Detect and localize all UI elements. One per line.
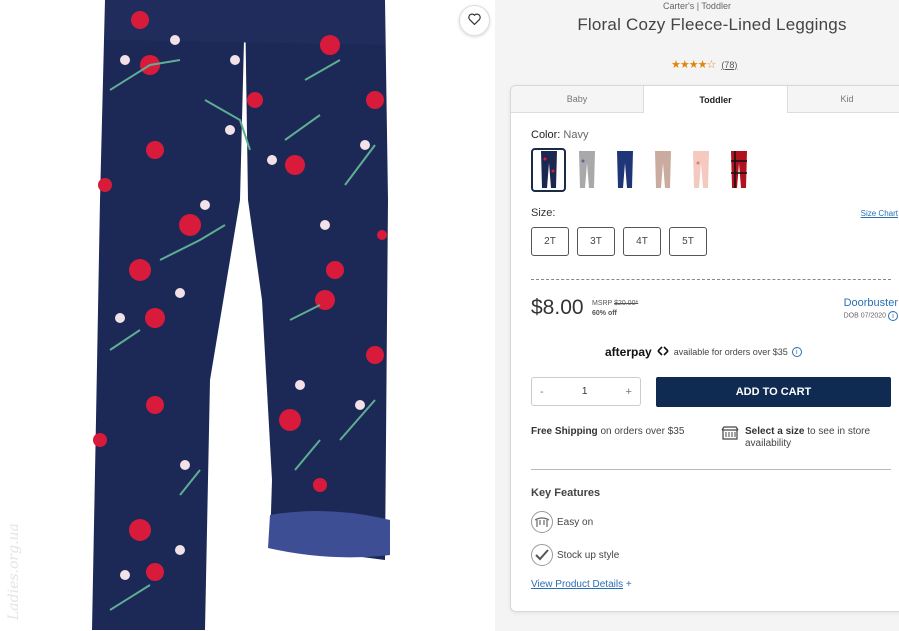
msrp-label: MSRP bbox=[592, 300, 613, 307]
size-options: 2T 3T 4T 5T bbox=[531, 227, 707, 256]
easy-on-icon bbox=[531, 511, 553, 533]
tab-toddler[interactable]: Toddler bbox=[644, 86, 788, 113]
size-3t-button[interactable]: 3T bbox=[577, 227, 615, 256]
purchase-card: Baby Toddler Kid Color: Navy Size: Size … bbox=[510, 85, 899, 612]
heart-icon bbox=[468, 12, 481, 30]
breadcrumb[interactable]: Carter's | Toddler bbox=[495, 1, 899, 11]
swatch-red-plaid[interactable] bbox=[721, 148, 756, 192]
shipping-rest: on orders over $35 bbox=[600, 426, 685, 437]
doorbuster-date: DOB 07/2020 bbox=[843, 312, 887, 320]
msrp-value: $20.00* bbox=[614, 300, 639, 307]
color-swatches bbox=[531, 148, 756, 192]
checkmark-icon bbox=[531, 544, 553, 566]
swatch-grey-floral[interactable] bbox=[569, 148, 604, 192]
store-text: Select a size to see in store availabili… bbox=[745, 426, 891, 450]
selected-color: Navy bbox=[563, 129, 589, 141]
size-5t-button[interactable]: 5T bbox=[669, 227, 707, 256]
add-to-cart-button[interactable]: ADD TO CART bbox=[656, 377, 891, 407]
doorbuster-block: Doorbuster DOB 07/2020 i bbox=[844, 297, 898, 321]
wishlist-button[interactable] bbox=[459, 5, 490, 36]
view-product-details-link[interactable]: View Product Details + bbox=[531, 579, 632, 590]
color-label-text: Color: bbox=[531, 129, 561, 141]
size-chart-link[interactable]: Size Chart bbox=[861, 209, 898, 218]
msrp-block: MSRP $20.00* 60% off bbox=[592, 299, 638, 319]
age-tabs: Baby Toddler Kid bbox=[511, 86, 899, 113]
swatch-navy[interactable] bbox=[607, 148, 642, 192]
feature-label: Easy on bbox=[557, 516, 594, 528]
divider bbox=[531, 469, 891, 470]
details-label: View Product Details bbox=[531, 579, 624, 590]
swatch-navy-floral[interactable] bbox=[531, 148, 566, 192]
svg-text:Ladies.org.ua: Ladies.org.ua bbox=[6, 523, 22, 621]
rating[interactable]: ★★★★☆ (78) bbox=[671, 58, 737, 71]
size-2t-button[interactable]: 2T bbox=[531, 227, 569, 256]
product-image-area: Ladies.org.ua bbox=[0, 0, 495, 631]
key-features-title: Key Features bbox=[531, 487, 601, 499]
afterpay-info-icon[interactable]: i bbox=[791, 347, 802, 357]
plus-icon: + bbox=[625, 579, 632, 590]
product-panel: Carter's | Toddler Floral Cozy Fleece-Li… bbox=[495, 0, 899, 631]
afterpay-banner: afterpay available for orders over $35 i bbox=[605, 343, 802, 361]
price: $8.00 bbox=[531, 296, 584, 319]
decrease-quantity-button[interactable]: - bbox=[540, 386, 544, 398]
product-title: Floral Cozy Fleece-Lined Leggings bbox=[577, 15, 847, 34]
store-bold: Select a size bbox=[745, 426, 805, 437]
info-icon[interactable]: i bbox=[888, 311, 898, 321]
increase-quantity-button[interactable]: + bbox=[626, 386, 632, 398]
rating-stars: ★★★★☆ bbox=[671, 59, 716, 71]
afterpay-arrows-icon bbox=[656, 343, 670, 361]
store-icon bbox=[721, 426, 739, 450]
store-availability[interactable]: Select a size to see in store availabili… bbox=[721, 426, 891, 450]
feature-label: Stock up style bbox=[557, 549, 620, 561]
swatch-taupe[interactable] bbox=[645, 148, 680, 192]
shipping-bold: Free Shipping bbox=[531, 426, 598, 437]
tab-kid[interactable]: Kid bbox=[788, 86, 899, 113]
color-label: Color: Navy bbox=[531, 129, 588, 141]
feature-stock-up: Stock up style bbox=[531, 544, 619, 566]
size-label: Size: bbox=[531, 207, 556, 219]
discount-text: 60% off bbox=[592, 310, 617, 317]
afterpay-logo: afterpay bbox=[605, 345, 652, 359]
doorbuster-label: Doorbuster bbox=[843, 297, 898, 309]
swatch-pink-floral[interactable] bbox=[683, 148, 718, 192]
shipping-info: Free Shipping on orders over $35 bbox=[531, 426, 684, 437]
afterpay-text: available for orders over $35 bbox=[673, 347, 788, 357]
tab-baby[interactable]: Baby bbox=[511, 86, 644, 113]
quantity-value[interactable]: 1 bbox=[582, 386, 588, 397]
watermark-logo: Ladies.org.ua bbox=[2, 500, 26, 625]
product-image bbox=[92, 0, 390, 630]
dashed-divider bbox=[531, 279, 891, 280]
feature-easy-on: Easy on bbox=[531, 511, 593, 533]
quantity-stepper: - 1 + bbox=[531, 377, 641, 406]
review-count-link[interactable]: (78) bbox=[721, 60, 737, 70]
doorbuster-date-row: DOB 07/2020 i bbox=[844, 311, 898, 321]
size-4t-button[interactable]: 4T bbox=[623, 227, 661, 256]
